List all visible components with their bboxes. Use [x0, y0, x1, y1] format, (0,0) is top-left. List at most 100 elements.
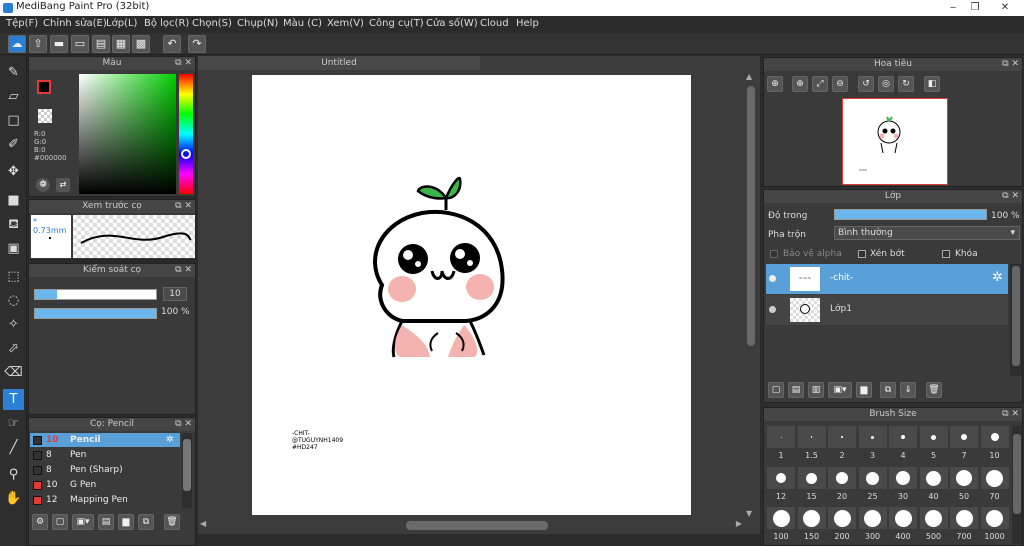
tile-icon[interactable]: ▩ [132, 35, 150, 53]
hand-tool-icon[interactable]: ✋ [3, 488, 24, 509]
grid-icon[interactable]: ▦ [112, 35, 130, 53]
close-icon[interactable]: ✕ [990, 0, 1020, 16]
menu-edit[interactable]: Chỉnh sửa(E) [43, 18, 107, 29]
flip-icon[interactable]: ◧ [924, 76, 940, 92]
brush-size-option[interactable]: 3 [858, 425, 888, 463]
brush-size-option[interactable]: 5 [919, 425, 949, 463]
undo-icon[interactable]: ↶ [163, 35, 181, 53]
primary-color-swatch[interactable] [37, 80, 51, 94]
vertical-scroll-thumb[interactable] [747, 86, 755, 346]
brush-size-option[interactable]: 500 [919, 506, 949, 544]
brush-item[interactable]: 10 Pencil ✲ [30, 433, 180, 447]
scrollbar-thumb[interactable] [1012, 266, 1020, 366]
brush-size-option[interactable]: 30 [888, 466, 918, 504]
brush-size-option[interactable]: 2 [827, 425, 857, 463]
divide-tool-icon[interactable]: ╱ [3, 437, 24, 458]
new-8bit-layer-icon[interactable]: ▥ [808, 382, 824, 398]
script-icon[interactable]: ▤ [98, 514, 114, 530]
eye-icon[interactable] [769, 275, 776, 282]
move-tool-icon[interactable]: ✥ [3, 161, 24, 182]
hue-handle[interactable] [181, 149, 191, 159]
brush-item[interactable]: 12 Mapping Pen [30, 493, 180, 507]
menu-file[interactable]: Tệp(F) [6, 18, 38, 29]
layer-scrollbar[interactable] [1010, 264, 1022, 376]
rect-tool-icon[interactable]: □ [3, 110, 24, 131]
merge-icon[interactable]: ⇓ [900, 382, 916, 398]
scroll-right-icon[interactable]: ▶ [736, 519, 742, 528]
select-tool-icon[interactable]: ⬚ [3, 266, 24, 287]
text-tool-icon[interactable]: T [3, 389, 24, 410]
brush-list-scrollbar[interactable] [182, 433, 192, 508]
lock-checkbox[interactable] [942, 250, 950, 258]
zoom-in-icon[interactable]: ⊕ [792, 76, 808, 92]
menu-select[interactable]: Chọn(S) [192, 18, 232, 29]
brush-size-option[interactable]: 200 [827, 506, 857, 544]
select-eraser-icon[interactable]: ⌫ [3, 362, 24, 383]
zoom-out-icon[interactable]: ⊖ [832, 76, 848, 92]
brush-item[interactable]: 8 Pen (Sharp) [30, 463, 180, 477]
brush-size-option[interactable]: 20 [827, 466, 857, 504]
folder-icon[interactable]: ▆ [856, 382, 872, 398]
scroll-down-icon[interactable]: ▼ [746, 509, 752, 518]
panel-close-icon[interactable]: ⧉ ✕ [175, 200, 192, 213]
rotate-right-icon[interactable]: ↻ [898, 76, 914, 92]
navigator-thumbnail[interactable] [842, 98, 948, 185]
menu-tools[interactable]: Công cụ(T) [369, 18, 424, 29]
canvas-paper[interactable]: -CHIT- @TUGUYNH1409 #HD247 [252, 75, 691, 515]
restore-icon[interactable]: ❐ [962, 0, 988, 16]
pen-tool-icon[interactable]: ✐ [3, 134, 24, 155]
rotate-left-icon[interactable]: ↺ [858, 76, 874, 92]
menu-help[interactable]: Help [516, 18, 539, 29]
fit-icon[interactable]: ⤢ [812, 76, 828, 92]
brush-size-option[interactable]: 70 [980, 466, 1010, 504]
eraser-tool-icon[interactable]: ▱ [3, 86, 24, 107]
panel-close-icon[interactable]: ⧉ ✕ [175, 418, 192, 431]
brush-size-option[interactable]: 100 [766, 506, 796, 544]
canvas-vertical-scrollbar[interactable]: ▲ ▼ [744, 72, 758, 518]
brush-size-option[interactable]: 1000 [980, 506, 1010, 544]
brush-size-option[interactable]: 15 [797, 466, 827, 504]
brush-item[interactable]: 8 Pen [30, 448, 180, 462]
brush-size-option[interactable]: 1.5 [797, 425, 827, 463]
brush-size-option[interactable]: 700 [949, 506, 979, 544]
layer-opacity-slider[interactable] [834, 209, 987, 220]
operation-tool-icon[interactable]: ☞ [3, 413, 24, 434]
comment-icon[interactable]: ▬ [50, 35, 68, 53]
trash-icon[interactable]: 🗑 [164, 514, 180, 530]
menu-view[interactable]: Xem(V) [327, 18, 364, 29]
lasso-tool-icon[interactable]: ◌ [3, 290, 24, 311]
reset-rotate-icon[interactable]: ◎ [878, 76, 894, 92]
blend-mode-select[interactable]: Bình thường ▾ [834, 226, 1020, 240]
brush-size-option[interactable]: 300 [858, 506, 888, 544]
gear-icon[interactable]: ✲ [992, 270, 1003, 285]
brush-size-option[interactable]: 400 [888, 506, 918, 544]
brush-size-option[interactable]: 50 [949, 466, 979, 504]
panel-close-icon[interactable]: ⧉ ✕ [1002, 408, 1019, 421]
add-brush-icon[interactable]: ⚙ [32, 514, 48, 530]
brush-size-option[interactable]: 40 [919, 466, 949, 504]
brush-size-option[interactable]: 25 [858, 466, 888, 504]
brush-size-value[interactable]: 10 [163, 287, 187, 301]
fill-rect-icon[interactable]: ■ [3, 190, 24, 211]
scroll-up-icon[interactable]: ▲ [746, 72, 752, 81]
brush-size-option[interactable]: 7 [949, 425, 979, 463]
brush-opacity-slider[interactable] [34, 308, 157, 319]
select-pen-icon[interactable]: ⬀ [3, 338, 24, 359]
duplicate-icon[interactable]: ⧉ [138, 514, 154, 530]
menu-snap[interactable]: Chụp(N) [237, 18, 278, 29]
redo-icon[interactable]: ↷ [188, 35, 206, 53]
new-layer-icon[interactable]: ▢ [768, 382, 784, 398]
bucket-tool-icon[interactable]: ⛾ [3, 214, 24, 235]
duplicate-icon[interactable]: ⧉ [880, 382, 896, 398]
clipping-checkbox[interactable] [858, 250, 866, 258]
brush-size-option[interactable]: 4 [888, 425, 918, 463]
folder-icon[interactable]: ▆ [118, 514, 134, 530]
transparent-swatch[interactable] [38, 109, 52, 123]
horizontal-scroll-thumb[interactable] [406, 521, 548, 530]
layer-row[interactable]: ~~~ -chit- ✲ [766, 264, 1008, 294]
brush-item[interactable]: 10 G Pen [30, 478, 180, 492]
saturation-value-square[interactable] [79, 74, 176, 194]
palette-icon[interactable]: ❁ [36, 178, 50, 192]
swap-color-icon[interactable]: ⇄ [56, 178, 70, 192]
chat-icon[interactable]: ▭ [71, 35, 89, 53]
